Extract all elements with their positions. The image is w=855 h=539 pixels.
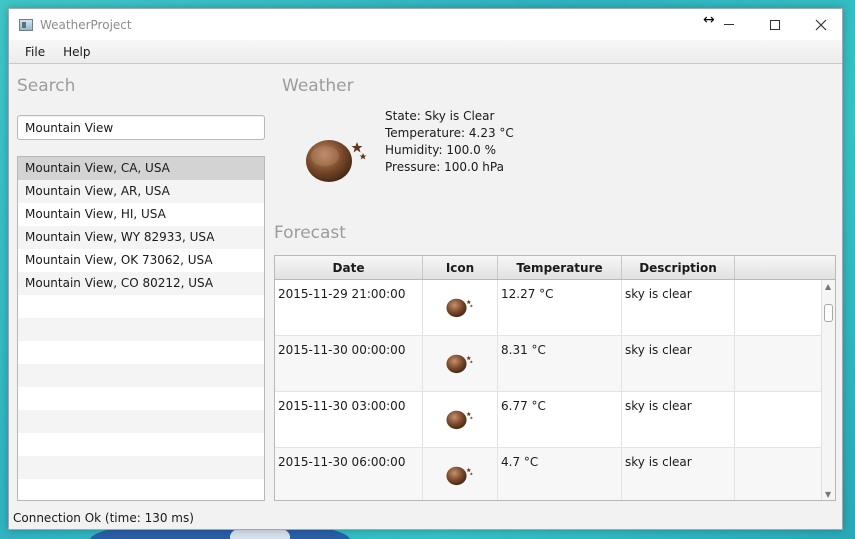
moon-stars-icon (446, 298, 473, 318)
table-row[interactable]: 2015-11-30 00:00:00 8.31 °C sky is clear (275, 336, 835, 392)
column-header-filler (735, 256, 823, 279)
cell-description: sky is clear (622, 448, 735, 500)
cell-description: sky is clear (622, 392, 735, 447)
weather-humidity: Humidity: 100.0 % (385, 143, 496, 157)
minimize-icon (724, 24, 734, 25)
scrollbar-thumb[interactable] (824, 304, 833, 322)
column-header-temperature[interactable]: Temperature (498, 256, 622, 279)
scroll-down-icon[interactable]: ▼ (825, 490, 831, 499)
search-section-title: Search (17, 76, 76, 96)
forecast-table[interactable]: Date Icon Temperature Description 2015-1… (274, 255, 836, 501)
maximize-icon (770, 19, 780, 30)
forecast-section-title: Forecast (274, 223, 346, 243)
weather-section-title: Weather (282, 76, 354, 96)
empty-list-row (18, 364, 264, 387)
weather-pressure: Pressure: 100.0 hPa (385, 160, 504, 174)
cell-temperature: 4.7 °C (498, 448, 622, 500)
empty-list-row (18, 456, 264, 479)
search-input[interactable] (17, 115, 265, 140)
menu-bar: File Help (9, 40, 842, 64)
maximize-button[interactable] (752, 9, 798, 40)
cell-temperature: 12.27 °C (498, 280, 622, 335)
cell-icon (423, 280, 498, 335)
cell-description: sky is clear (622, 280, 735, 335)
column-header-icon[interactable]: Icon (423, 256, 498, 279)
table-header: Date Icon Temperature Description (275, 256, 835, 280)
empty-list-row (18, 295, 264, 318)
cell-filler (735, 392, 823, 447)
list-item[interactable]: Mountain View, AR, USA (18, 180, 264, 203)
cell-date: 2015-11-30 03:00:00 (275, 392, 423, 447)
cell-filler (735, 280, 823, 335)
table-scrollbar[interactable]: ▲ ▼ (821, 280, 835, 500)
window-title: WeatherProject (40, 17, 132, 32)
menu-file[interactable]: File (16, 45, 54, 59)
close-icon (815, 19, 827, 30)
table-row[interactable]: 2015-11-30 03:00:00 6.77 °C sky is clear (275, 392, 835, 448)
empty-list-row (18, 341, 264, 364)
weather-state: State: Sky is Clear (385, 109, 495, 123)
cell-description: sky is clear (622, 336, 735, 391)
list-item[interactable]: Mountain View, HI, USA (18, 203, 264, 226)
cell-filler (735, 448, 823, 500)
empty-list-row (18, 387, 264, 410)
table-body: 2015-11-29 21:00:00 12.27 °C sky is clea… (275, 280, 835, 500)
cell-date: 2015-11-29 21:00:00 (275, 280, 423, 335)
empty-list-row (18, 410, 264, 433)
moon-stars-icon (306, 140, 367, 182)
empty-list-row (18, 479, 264, 500)
list-item[interactable]: Mountain View, CA, USA (18, 157, 264, 180)
column-header-date[interactable]: Date (275, 256, 423, 279)
moon-stars-icon (446, 466, 473, 486)
title-bar[interactable]: WeatherProject ↔ (9, 9, 842, 40)
cell-icon (423, 392, 498, 447)
moon-stars-icon (446, 410, 473, 430)
list-item[interactable]: Mountain View, WY 82933, USA (18, 226, 264, 249)
cell-temperature: 6.77 °C (498, 392, 622, 447)
moon-stars-icon (446, 354, 473, 374)
cell-date: 2015-11-30 00:00:00 (275, 336, 423, 391)
menu-help[interactable]: Help (54, 45, 99, 59)
search-results-list[interactable]: Mountain View, CA, USA Mountain View, AR… (17, 156, 265, 501)
cell-icon (423, 336, 498, 391)
app-window: WeatherProject ↔ File Help Search Mounta… (8, 8, 843, 530)
cell-filler (735, 336, 823, 391)
empty-list-row (18, 318, 264, 341)
weather-details: State: Sky is Clear Temperature: 4.23 °C… (385, 108, 514, 176)
app-icon (19, 18, 33, 31)
minimize-button[interactable] (706, 9, 752, 40)
cell-date: 2015-11-30 06:00:00 (275, 448, 423, 500)
empty-list-row (18, 433, 264, 456)
weather-temperature: Temperature: 4.23 °C (385, 126, 514, 140)
scroll-up-icon[interactable]: ▲ (825, 282, 831, 291)
close-button[interactable] (798, 9, 844, 40)
cell-temperature: 8.31 °C (498, 336, 622, 391)
table-row[interactable]: 2015-11-30 06:00:00 4.7 °C sky is clear (275, 448, 835, 500)
cell-icon (423, 448, 498, 500)
status-text: Connection Ok (time: 130 ms) (13, 511, 194, 525)
column-header-description[interactable]: Description (622, 256, 735, 279)
list-item[interactable]: Mountain View, CO 80212, USA (18, 272, 264, 295)
table-row[interactable]: 2015-11-29 21:00:00 12.27 °C sky is clea… (275, 280, 835, 336)
list-item[interactable]: Mountain View, OK 73062, USA (18, 249, 264, 272)
